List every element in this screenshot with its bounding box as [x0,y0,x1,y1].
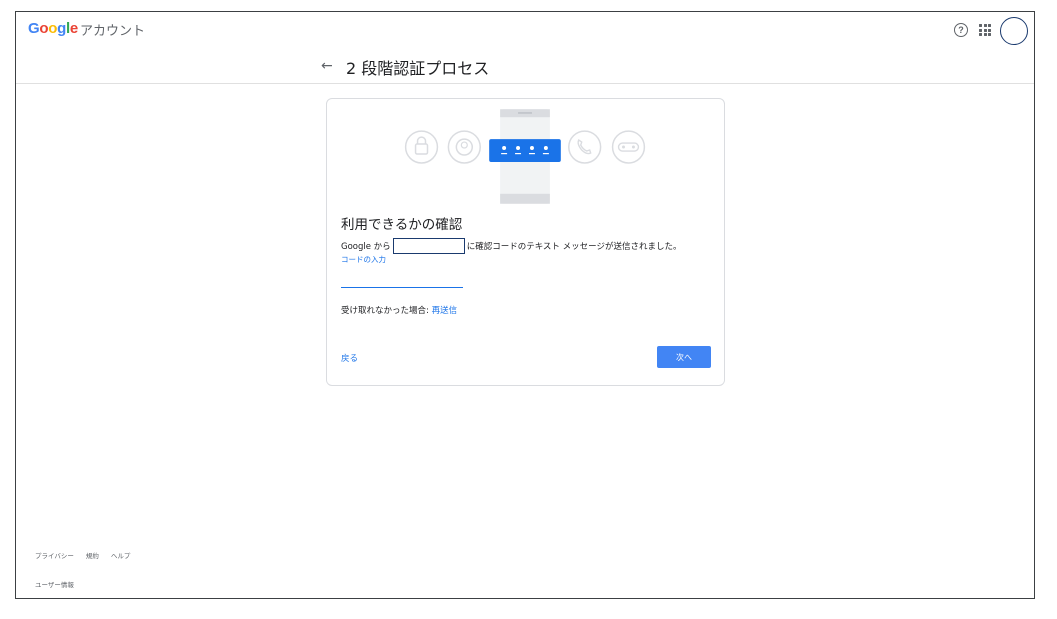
footer-link-privacy[interactable]: プライバシー [35,550,74,560]
code-input-label: コードの入力 [341,255,386,264]
code-input[interactable] [341,274,463,288]
resend-prefix: 受け取れなかった場合: [341,306,432,316]
phone-number-redacted [392,238,465,254]
resend-row: 受け取れなかった場合: 再送信 [341,304,457,316]
footer-link-terms[interactable]: 規約 [86,550,99,560]
resend-link[interactable]: 再送信 [432,306,458,316]
account-icon [447,130,481,164]
verification-illustration [404,109,646,204]
title-bar: ← 2 段階認証プロセス [16,48,1034,84]
phone-icon [568,130,602,164]
apps-grid-icon[interactable] [979,24,991,36]
sent-message-prefix: Google から [341,242,391,252]
next-button[interactable]: 次へ [657,346,711,368]
help-icon[interactable]: ? [954,23,968,37]
page-frame: Google アカウント ? ← 2 段階認証プロセス 利用できるかの確認 Go… [15,11,1035,599]
back-arrow-icon[interactable]: ← [321,58,333,74]
verification-card: 利用できるかの確認 Google から に確認コードのテキスト メッセージが送信… [326,98,725,386]
product-name[interactable]: アカウント [80,20,145,39]
top-header: Google アカウント ? [16,12,1034,48]
account-avatar[interactable] [1000,17,1028,45]
footer-links: プライバシー 規約 ヘルプ [35,550,130,560]
password-dots-icon [489,139,561,162]
card-heading: 利用できるかの確認 [341,217,463,233]
footer-user-info[interactable]: ユーザー情報 [35,579,74,589]
lock-icon [404,130,439,164]
sent-message-suffix: に確認コードのテキスト メッセージが送信されました。 [466,242,682,252]
page-title: 2 段階認証プロセス [346,59,490,78]
sent-message: Google から に確認コードのテキスト メッセージが送信されました。 [341,238,681,254]
key-icon [611,130,646,164]
footer-link-help[interactable]: ヘルプ [111,550,131,560]
back-link[interactable]: 戻る [341,352,358,364]
google-logo[interactable]: Google [28,20,78,37]
